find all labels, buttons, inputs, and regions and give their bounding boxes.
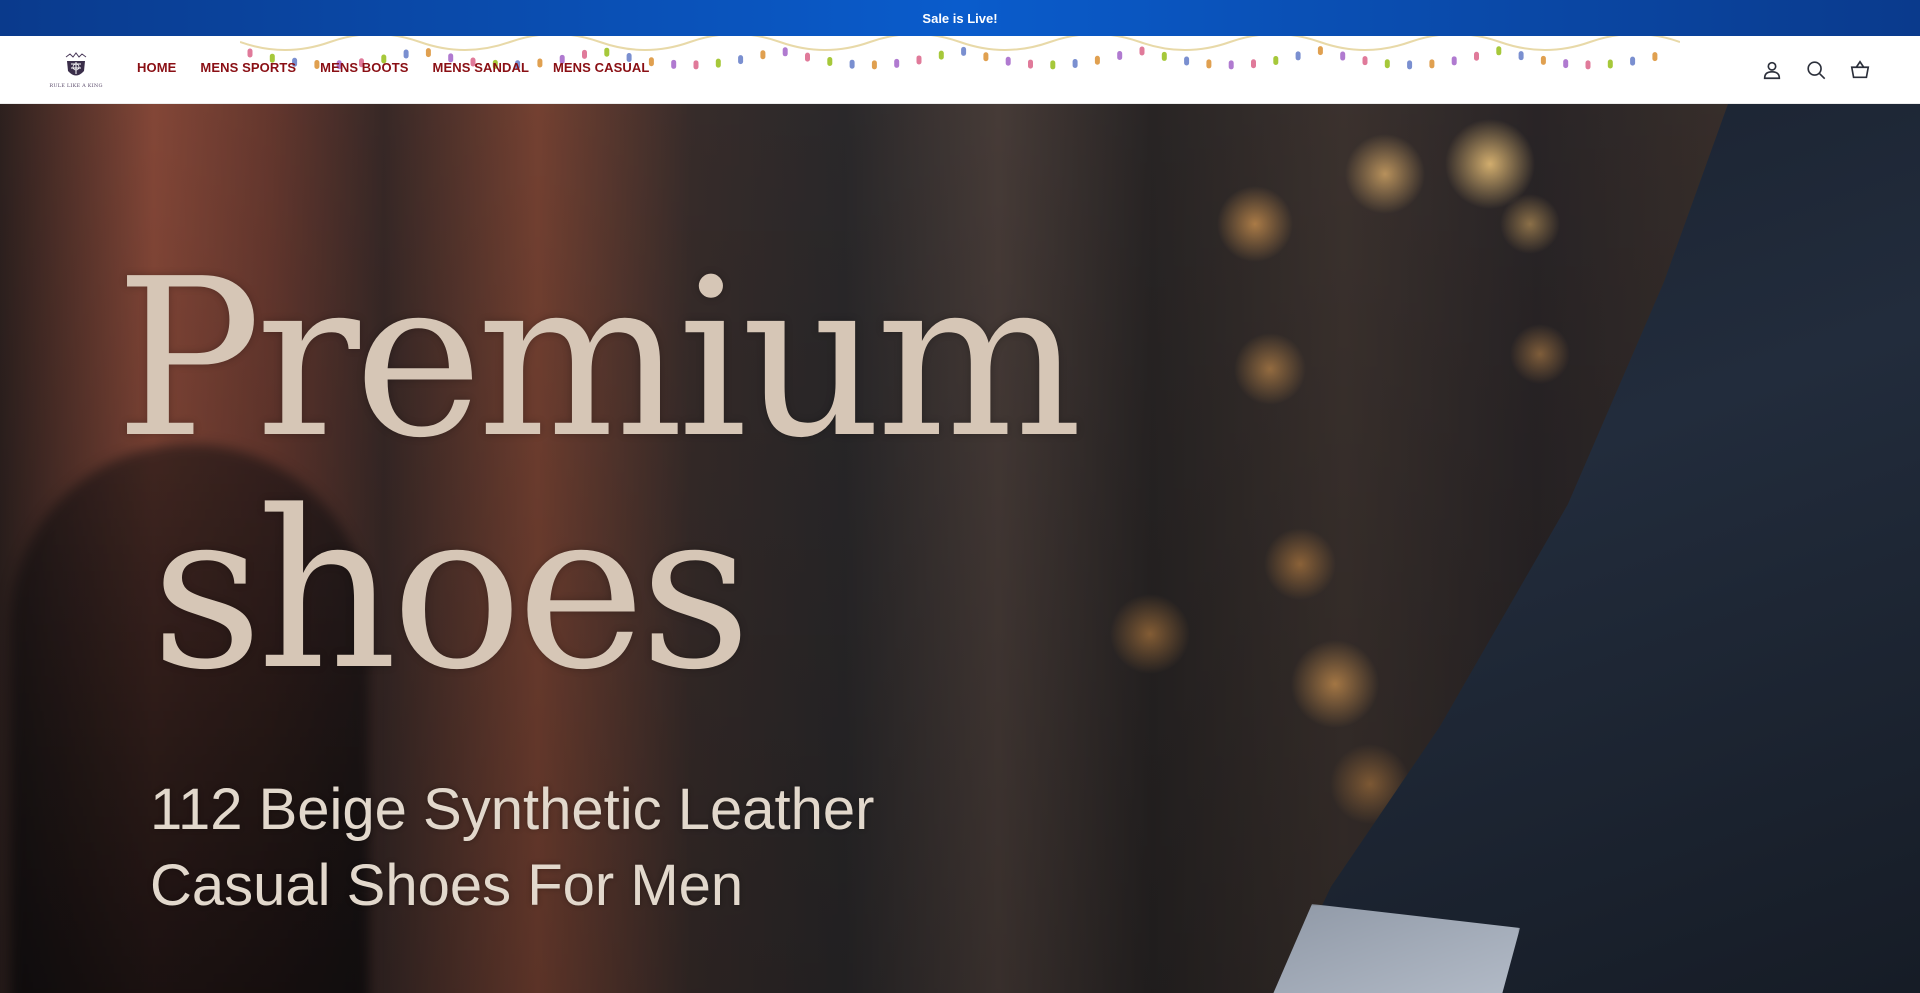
light-bulb: [648, 57, 654, 67]
light-bulb: [1251, 59, 1256, 69]
light-bulb: [1474, 51, 1479, 61]
light-bulb: [1317, 46, 1323, 56]
hero-banner[interactable]: Premium shoes 112 Beige Synthetic Leathe…: [0, 104, 1920, 993]
hero-title-line2: shoes: [151, 465, 751, 718]
nav-item-mens-sports[interactable]: MENS SPORTS: [200, 60, 296, 75]
announcement-bar: Sale is Live!: [0, 0, 1920, 36]
light-bulb: [1295, 51, 1301, 61]
light-bulb: [1585, 60, 1591, 70]
light-bulb: [1206, 59, 1212, 69]
light-bulb: [1072, 59, 1078, 69]
light-bulb: [1407, 60, 1413, 70]
light-bulb: [1161, 51, 1167, 61]
light-bulb: [1451, 56, 1457, 66]
light-bulb: [782, 47, 788, 57]
light-bulb: [1094, 55, 1100, 65]
nav-item-mens-casual[interactable]: MENS CASUAL: [553, 60, 649, 75]
light-bulb: [582, 49, 587, 59]
hero-subtitle-line1: 112 Beige Synthetic Leather: [150, 777, 875, 842]
light-bulb: [403, 49, 409, 59]
light-bulb: [1384, 59, 1390, 69]
brand-logo[interactable]: RULE LIKE A KING: [49, 48, 103, 92]
light-bulb: [1540, 55, 1546, 65]
search-icon[interactable]: [1804, 58, 1828, 82]
light-bulb: [760, 50, 766, 60]
light-bulb: [247, 48, 253, 58]
light-bulb: [805, 52, 810, 62]
nav-item-mens-boots[interactable]: MENS BOOTS: [320, 60, 408, 75]
light-bulb: [983, 52, 989, 62]
light-bulb: [693, 60, 699, 70]
main-navigation: HOME MENS SPORTS MENS BOOTS MENS SANDAL …: [137, 60, 649, 75]
light-bulb: [425, 48, 431, 58]
light-bulb: [1607, 59, 1613, 69]
light-bulb: [1005, 56, 1011, 66]
light-bulb: [1228, 60, 1234, 70]
light-bulb: [1340, 51, 1346, 61]
light-bulb: [894, 58, 900, 68]
account-icon[interactable]: [1760, 58, 1784, 82]
hero-subtitle-line2: Casual Shoes For Men: [150, 853, 744, 918]
light-bulb: [1139, 46, 1145, 56]
hero-title-line1: Premium: [115, 233, 1082, 486]
light-bulb: [671, 59, 677, 69]
light-bulb: [916, 55, 922, 65]
crest-icon: [65, 51, 87, 75]
site-header: RULE LIKE A KING HOME MENS SPORTS MENS B…: [0, 36, 1920, 104]
light-bulb: [961, 46, 967, 56]
light-bulb: [1028, 59, 1033, 69]
light-bulb: [1496, 46, 1502, 56]
light-bulb: [604, 47, 610, 57]
hero-title: Premium shoes: [115, 233, 1082, 718]
light-bulb: [1563, 59, 1569, 69]
light-bulb: [849, 59, 855, 69]
light-bulb: [827, 56, 833, 66]
announcement-text: Sale is Live!: [922, 10, 998, 26]
light-bulb: [1184, 56, 1190, 66]
light-bulb: [715, 58, 721, 68]
cart-icon[interactable]: [1848, 58, 1872, 82]
light-bulb: [871, 60, 877, 70]
light-bulb: [1273, 56, 1279, 66]
light-bulb: [1518, 51, 1524, 61]
light-bulb: [1630, 56, 1636, 66]
light-bulb: [1362, 56, 1368, 66]
hero-subtitle: 112 Beige Synthetic Leather Casual Shoes…: [150, 772, 874, 924]
light-bulb: [1117, 50, 1123, 60]
light-bulb: [1429, 59, 1435, 69]
nav-item-home[interactable]: HOME: [137, 60, 176, 75]
logo-caption: RULE LIKE A KING: [49, 82, 103, 89]
light-bulb: [738, 55, 744, 65]
light-bulb: [1652, 52, 1658, 62]
nav-item-mens-sandal[interactable]: MENS SANDAL: [433, 60, 529, 75]
light-bulb: [938, 50, 944, 60]
header-actions: [1760, 58, 1872, 82]
light-bulb: [1050, 60, 1056, 70]
